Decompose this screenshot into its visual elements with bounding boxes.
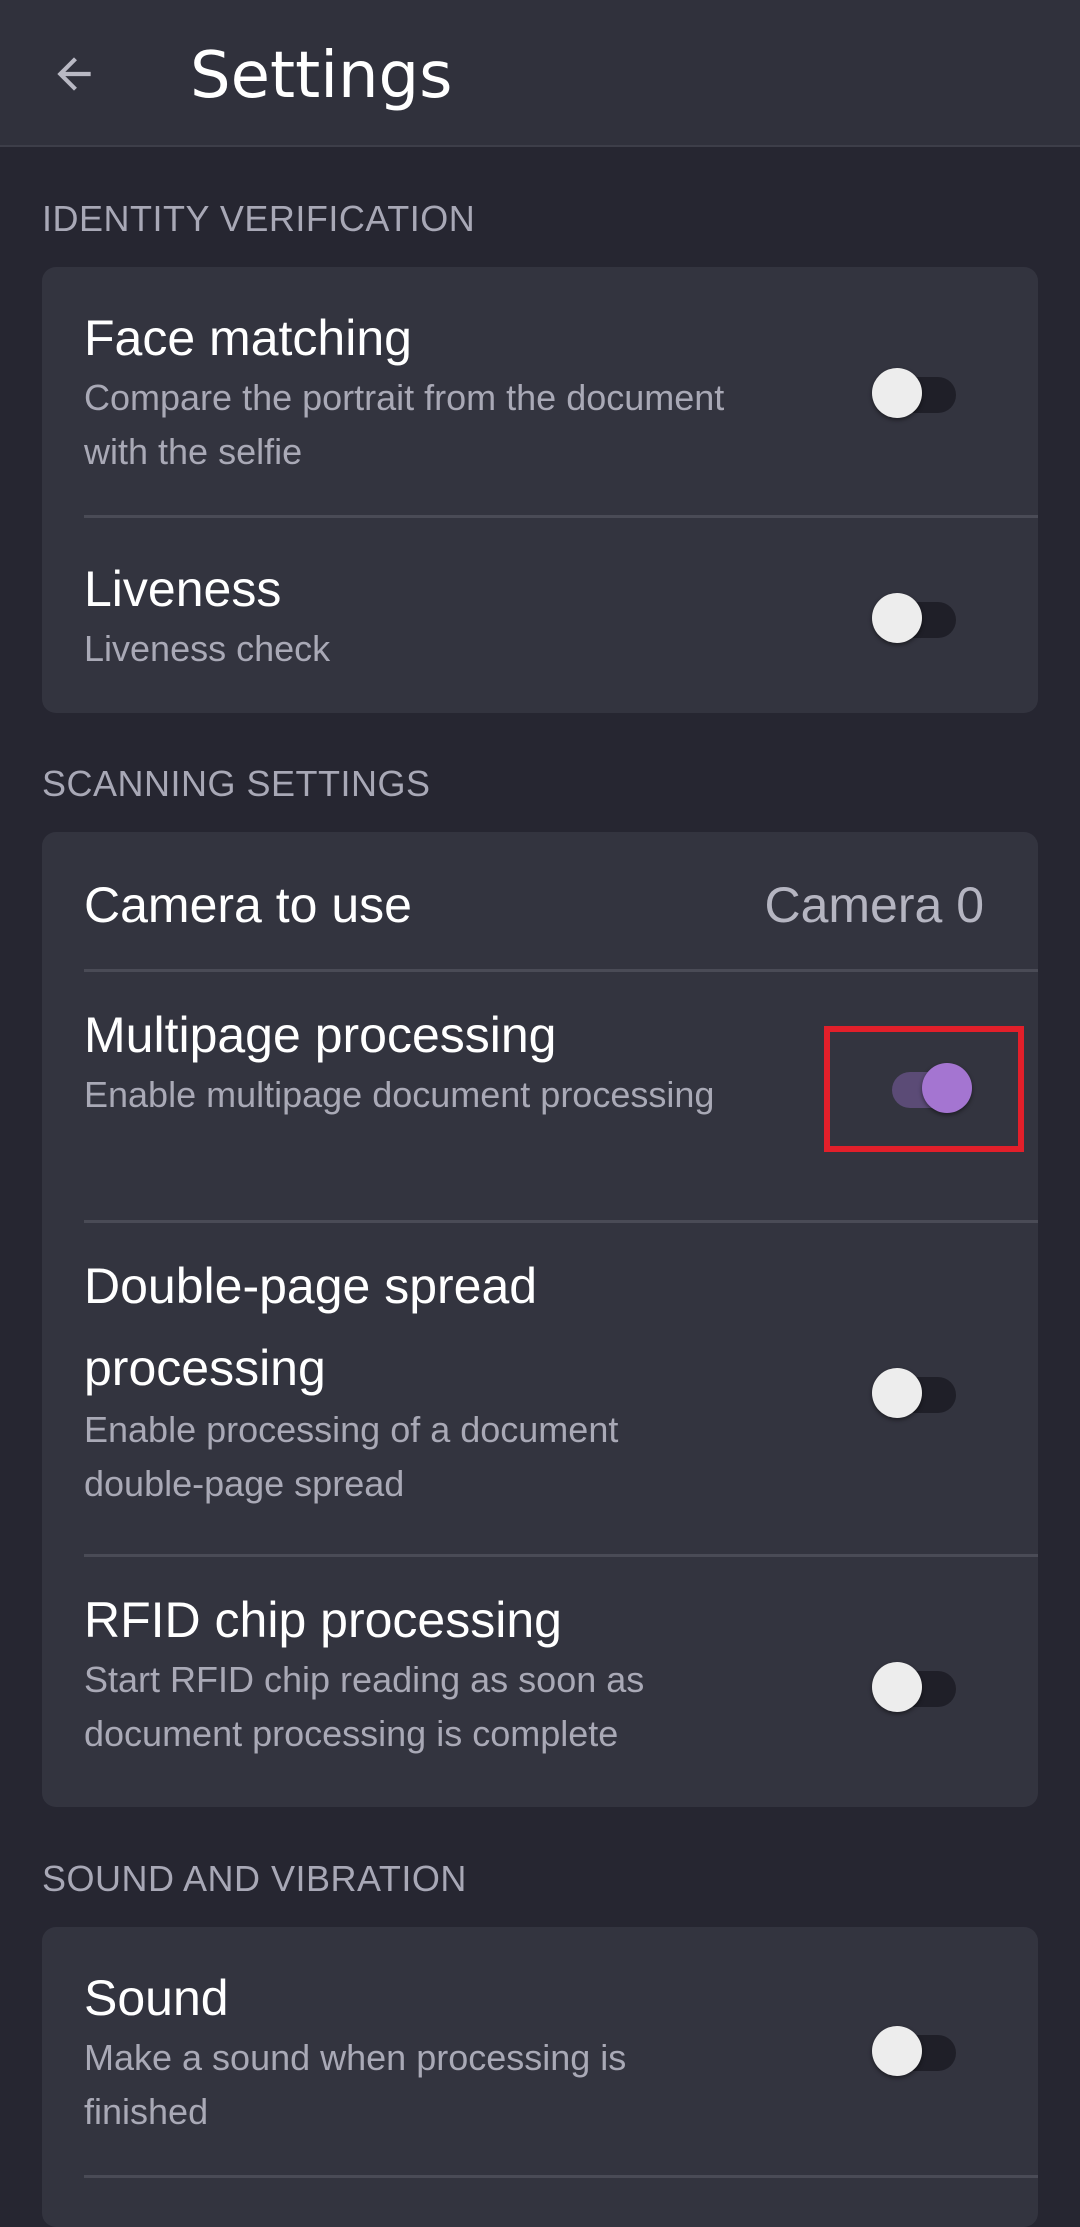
setting-label: Multipage processing: [84, 1007, 557, 1063]
setting-rfid-chip-processing[interactable]: RFID chip processing Start RFID chip rea…: [42, 1557, 1038, 1807]
toggle-thumb: [872, 1662, 922, 1712]
scanning-settings-card: Camera to use Camera 0 Multipage process…: [42, 832, 1038, 1807]
setting-face-matching[interactable]: Face matching Compare the portrait from …: [42, 267, 1038, 517]
divider: [84, 2175, 1038, 2178]
setting-double-page-spread[interactable]: Double-page spread processing Enable pro…: [42, 1223, 1038, 1556]
setting-label: Face matching: [84, 310, 412, 366]
setting-description: Start RFID chip reading as soon as docum…: [84, 1659, 645, 1754]
toggle-thumb: [872, 593, 922, 643]
liveness-toggle[interactable]: [872, 593, 958, 643]
setting-label: Liveness: [84, 561, 282, 617]
setting-label: Sound: [84, 1970, 229, 2026]
setting-description: Compare the portrait from the document w…: [84, 377, 725, 472]
sound-vibration-card: Sound Make a sound when processing is fi…: [42, 1927, 1038, 2227]
rfid-chip-processing-toggle[interactable]: [872, 1662, 958, 1712]
camera-value: Camera 0: [764, 877, 984, 933]
double-page-spread-toggle[interactable]: [872, 1368, 958, 1418]
identity-verification-card: Face matching Compare the portrait from …: [42, 267, 1038, 713]
toggle-thumb: [872, 368, 922, 418]
highlight-box: [824, 1026, 1024, 1152]
setting-description: Liveness check: [84, 628, 331, 669]
setting-description: Enable multipage document processing: [84, 1074, 715, 1115]
section-header-sound-and-vibration: SOUND AND VIBRATION: [42, 1858, 467, 1899]
setting-label: RFID chip processing: [84, 1592, 562, 1648]
setting-description: Make a sound when processing is finished: [84, 2037, 627, 2132]
setting-sound[interactable]: Sound Make a sound when processing is fi…: [42, 1927, 1038, 2177]
toggle-thumb: [872, 1368, 922, 1418]
setting-label: Double-page spread processing: [84, 1258, 538, 1396]
setting-label: Camera to use: [84, 877, 412, 933]
back-button[interactable]: [36, 36, 112, 112]
section-header-scanning-settings: SCANNING SETTINGS: [42, 763, 431, 804]
section-header-identity-verification: IDENTITY VERIFICATION: [42, 198, 476, 239]
app-bar: Settings: [0, 0, 1080, 147]
arrow-left-icon: [57, 57, 91, 91]
toggle-thumb: [872, 2026, 922, 2076]
setting-liveness[interactable]: Liveness Liveness check: [42, 518, 1038, 713]
setting-description: Enable processing of a document double-p…: [84, 1409, 619, 1504]
face-matching-toggle[interactable]: [872, 368, 958, 418]
page-title: Settings: [190, 39, 453, 113]
sound-toggle[interactable]: [872, 2026, 958, 2076]
setting-camera-to-use[interactable]: Camera to use Camera 0: [42, 832, 1038, 970]
